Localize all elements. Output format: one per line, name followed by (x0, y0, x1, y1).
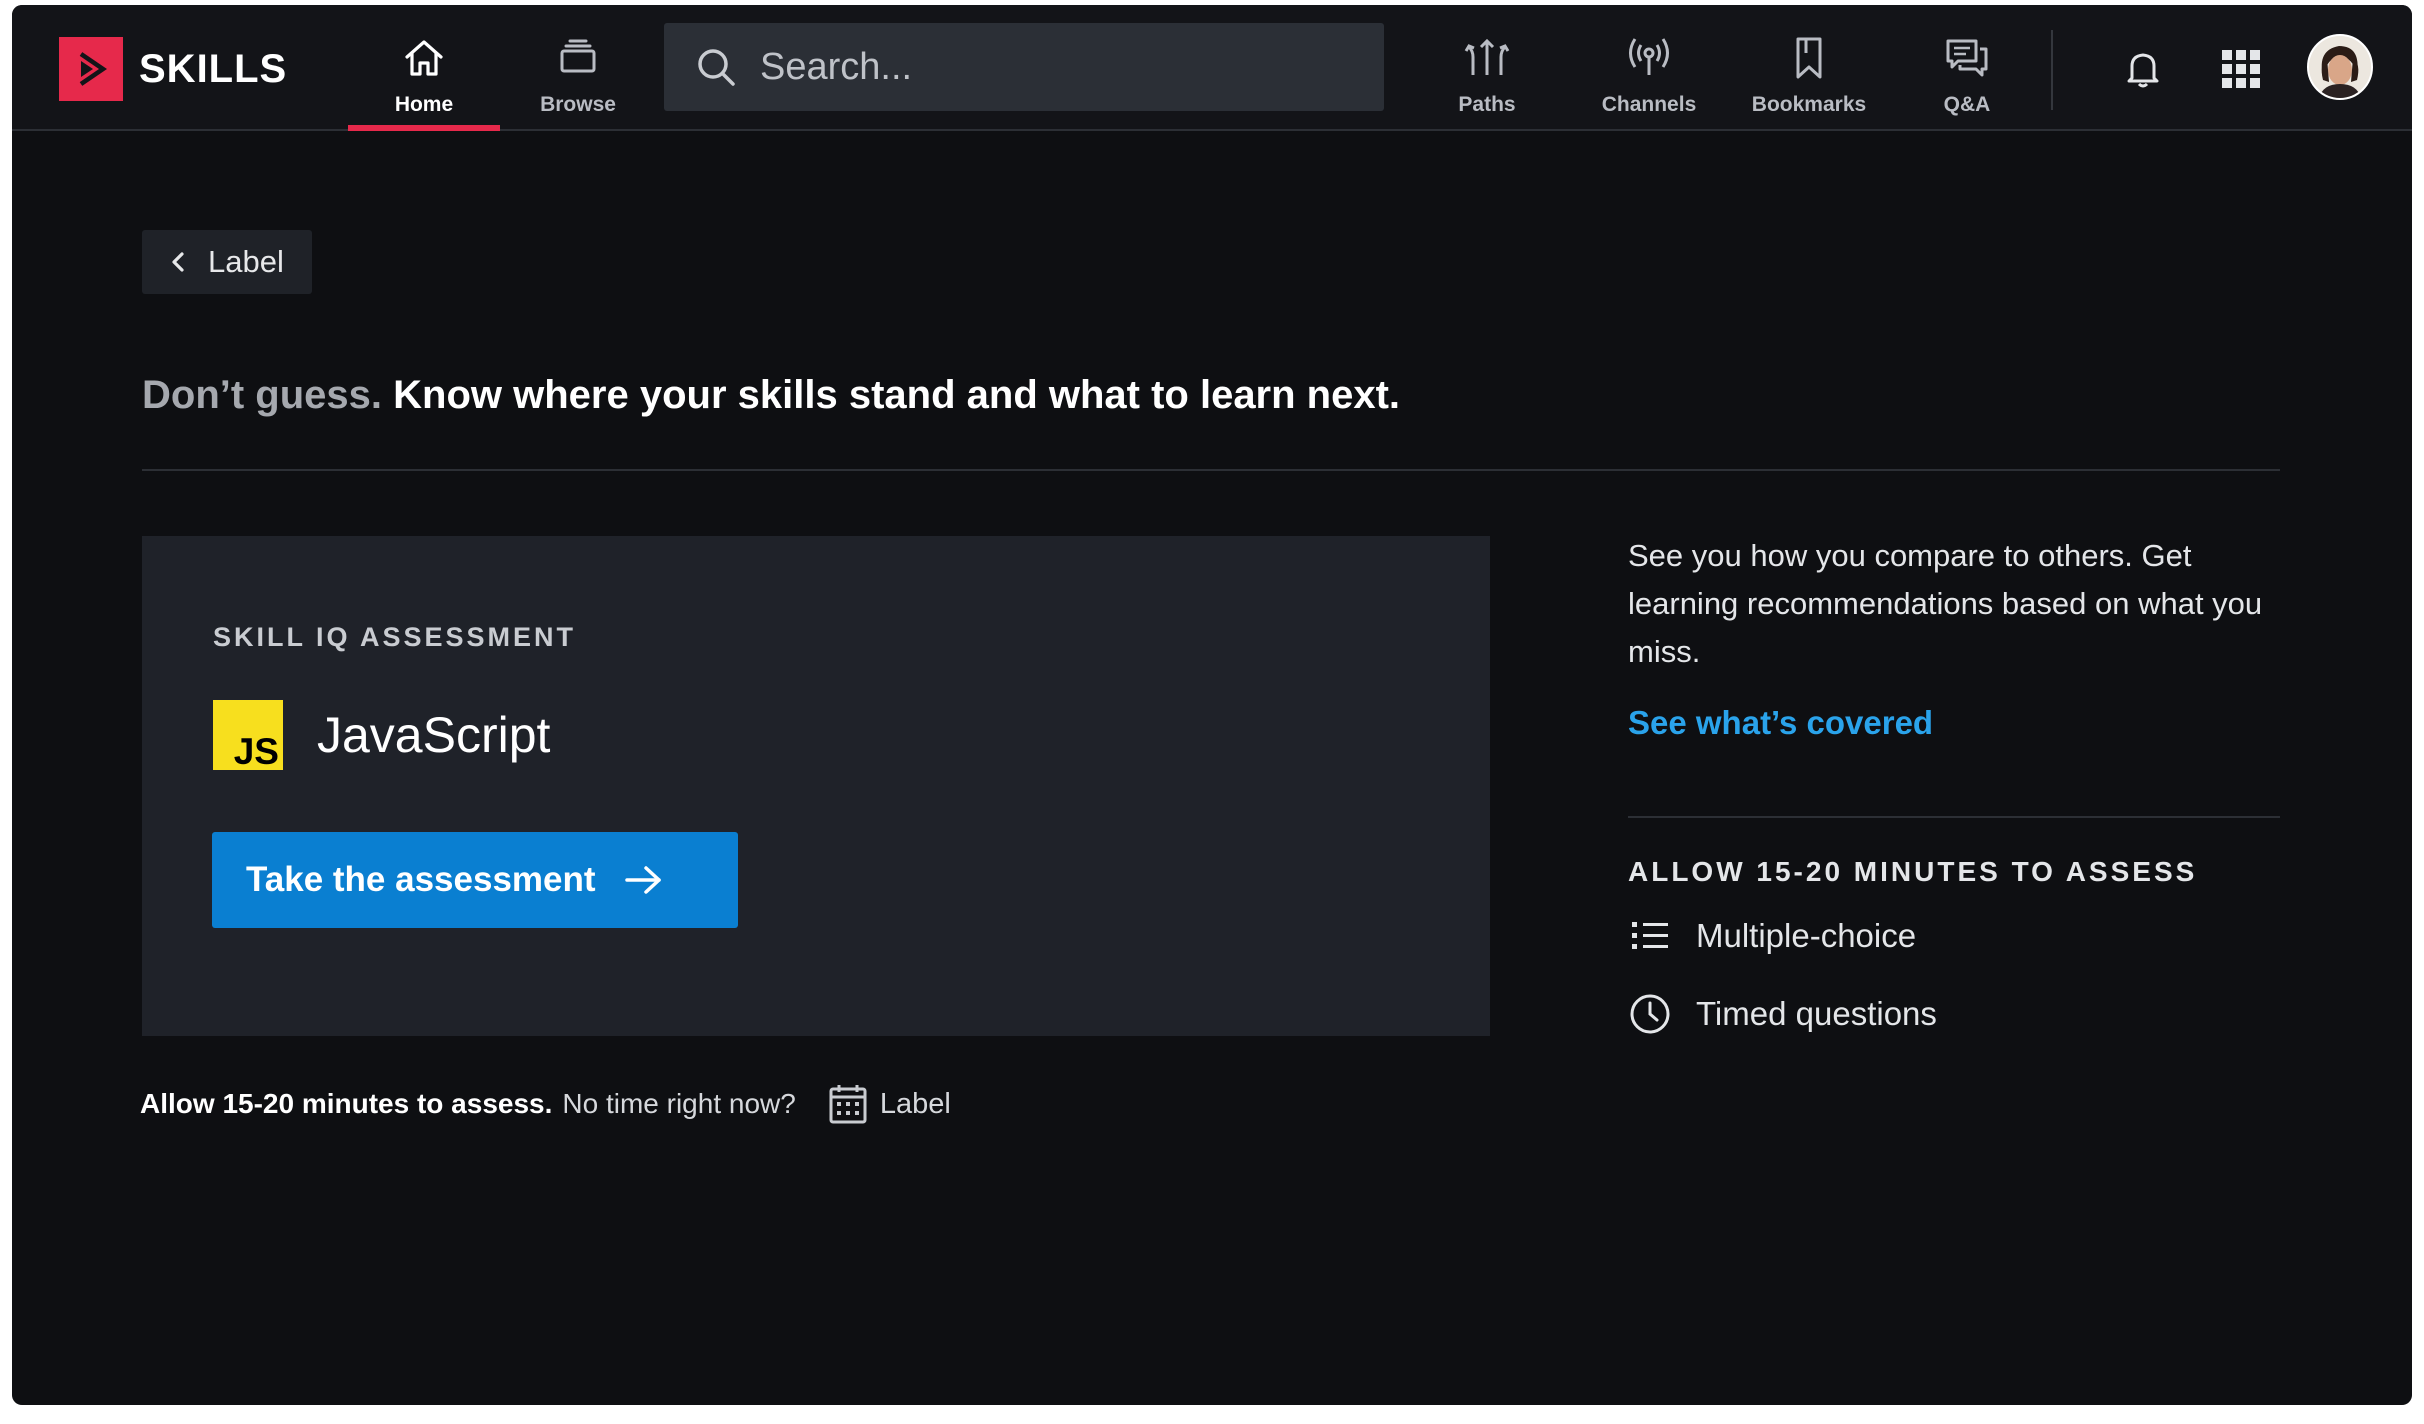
page-headline: Don’t guess. Know where your skills stan… (142, 373, 1400, 418)
feature-multiple-choice: Multiple-choice (1628, 916, 2280, 956)
assessment-card: SKILL IQ ASSESSMENT JS JavaScript Take t… (142, 536, 1490, 1036)
time-footnote: Allow 15-20 minutes to assess. No time r… (140, 1083, 951, 1125)
details-divider (1628, 816, 2280, 818)
feature-label: Timed questions (1696, 995, 1937, 1032)
section-divider (142, 469, 2280, 471)
list-icon (1632, 922, 1668, 949)
browse-stack-icon (560, 39, 596, 73)
search-bar[interactable] (664, 23, 1384, 111)
app-window: SKILLS Home Browse Search... Paths Chann… (12, 5, 2412, 1405)
apps-menu-button[interactable] (2215, 43, 2267, 95)
user-avatar[interactable] (2307, 34, 2373, 100)
chat-bubbles-icon (1946, 39, 1988, 77)
see-whats-covered-link[interactable]: See what’s covered (1628, 704, 1933, 742)
back-button-label: Label (208, 244, 284, 279)
clock-icon (1630, 994, 1670, 1034)
nav-paths[interactable]: Paths (1422, 5, 1552, 131)
footnote-plain: No time right now? (562, 1088, 796, 1119)
nav-bookmarks[interactable]: Bookmarks (1734, 5, 1884, 131)
toolbar-divider (2051, 30, 2053, 110)
card-eyebrow: SKILL IQ ASSESSMENT (213, 622, 577, 652)
calendar-icon (829, 1085, 867, 1124)
notifications-button[interactable] (2117, 43, 2169, 95)
top-navigation-bar: SKILLS Home Browse Search... Paths Chann… (12, 5, 2412, 131)
play-logo-icon (59, 37, 123, 101)
nav-home[interactable]: Home (348, 5, 500, 131)
schedule-link-label: Label (879, 1087, 951, 1120)
nav-paths-label: Paths (1458, 93, 1516, 116)
headline-strong: Know where your skills stand and what to… (393, 373, 1401, 417)
headline-muted: Don’t guess. (142, 373, 383, 417)
nav-browse[interactable]: Browse (502, 5, 654, 131)
take-assessment-label: Take the assessment (246, 860, 596, 899)
search-input[interactable] (760, 37, 1384, 97)
nav-channels-label: Channels (1601, 93, 1697, 116)
bookmark-icon (1796, 37, 1822, 79)
details-description: See you how you compare to others. Get l… (1628, 538, 2263, 669)
user-avatar-image (2309, 36, 2371, 98)
broadcast-icon (1629, 38, 1669, 75)
javascript-logo-icon: JS (213, 700, 283, 770)
bell-icon (2127, 53, 2159, 88)
footnote-bold: Allow 15-20 minutes to assess. (140, 1088, 553, 1119)
schedule-link[interactable]: Label (828, 1083, 951, 1125)
brand-name: SKILLS (139, 46, 288, 91)
chevron-left-icon (172, 252, 184, 272)
paths-arrows-icon (1464, 38, 1510, 75)
brand-logo[interactable]: SKILLS (59, 37, 287, 101)
back-button[interactable]: Label (142, 230, 312, 294)
arrow-right-icon (624, 866, 661, 894)
details-eyebrow: ALLOW 15-20 MINUTES TO ASSESS (1628, 856, 2198, 887)
feature-label: Multiple-choice (1696, 917, 1917, 954)
assessment-details: See you how you compare to others. Get l… (1628, 532, 2280, 1036)
nav-qa[interactable]: Q&A (1902, 5, 2032, 131)
nav-qa-label: Q&A (1943, 93, 1991, 116)
skill-title: JavaScript (317, 707, 551, 763)
nav-channels[interactable]: Channels (1584, 5, 1714, 131)
nav-home-label: Home (394, 93, 454, 116)
take-assessment-button[interactable]: Take the assessment (212, 832, 738, 928)
feature-timed-questions: Timed questions (1628, 992, 2280, 1036)
nav-bookmarks-label: Bookmarks (1751, 93, 1867, 116)
nav-browse-label: Browse (540, 93, 616, 116)
grid-icon (2222, 50, 2260, 88)
home-icon (405, 40, 443, 76)
search-icon (698, 49, 735, 86)
